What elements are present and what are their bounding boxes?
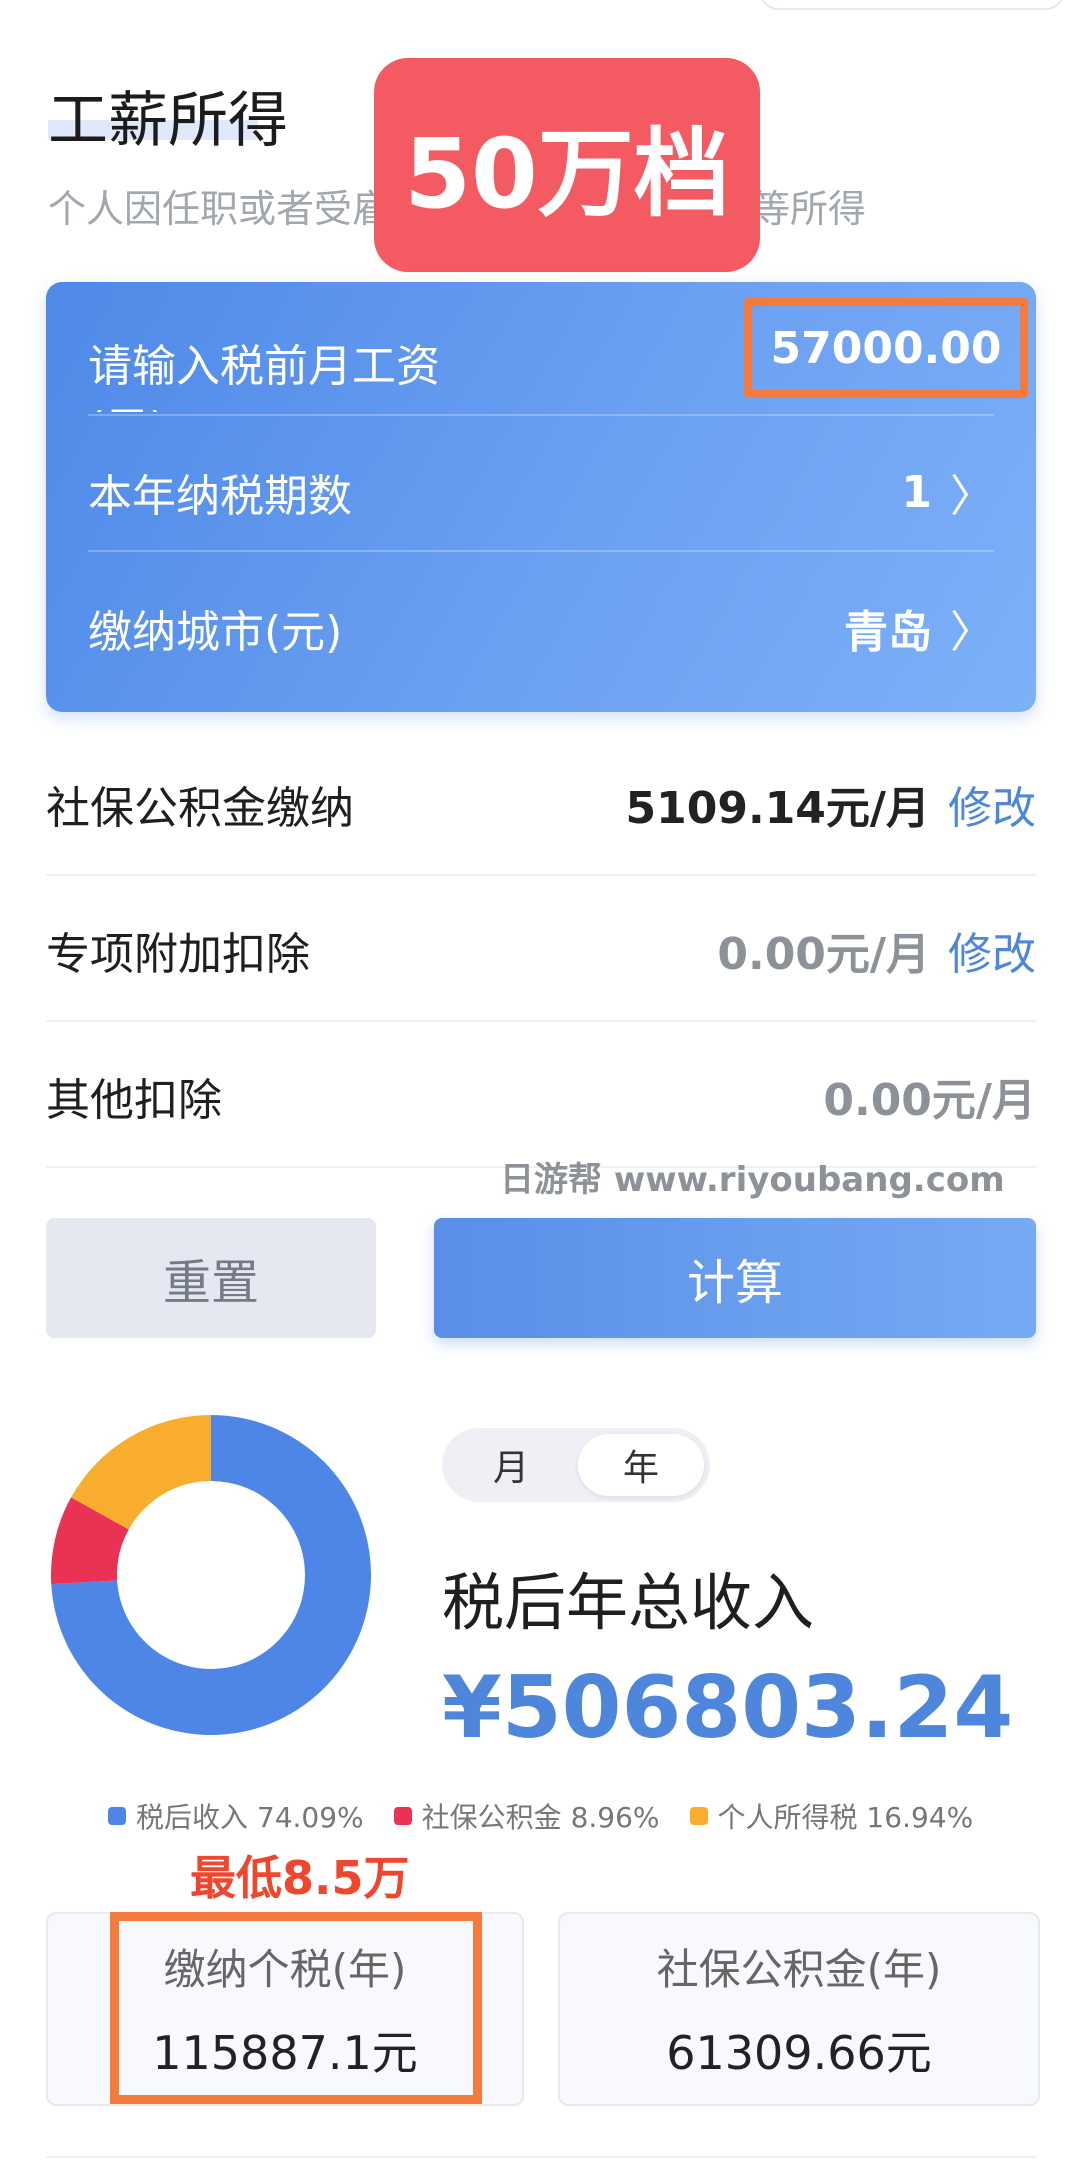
special-deduction-label: 专项附加扣除 xyxy=(46,929,310,980)
social-summary-label: 社保公积金(年) xyxy=(656,1944,942,1994)
legend-swatch xyxy=(393,1807,412,1825)
legend-label: 个人所得税 16.94% xyxy=(717,1801,974,1834)
legend-item: 税后收入 74.09% xyxy=(108,1796,364,1836)
social-insurance-label: 社保公积金缴纳 xyxy=(46,783,354,834)
salary-input-card: 请输入税前月工资 (元) 57000.00 本年纳税期数 1 〉 缴纳城市(元) … xyxy=(46,282,1036,712)
card-divider xyxy=(88,550,994,552)
reset-button[interactable]: 重置 xyxy=(46,1218,376,1338)
legend-item: 个人所得税 16.94% xyxy=(689,1796,974,1836)
page-title: 工薪所得 xyxy=(48,86,288,156)
toggle-year[interactable]: 年 xyxy=(578,1434,704,1496)
page-subtitle-tail: 等所得 xyxy=(752,187,867,231)
other-deduction-value: 0.00元/月 xyxy=(823,1075,1036,1126)
card-divider xyxy=(88,414,994,416)
city-label: 缴纳城市(元) xyxy=(88,607,343,658)
calculate-button[interactable]: 计算 xyxy=(434,1218,1036,1338)
other-deduction-label: 其他扣除 xyxy=(46,1075,222,1126)
other-deduction-row: 其他扣除 0.00元/月 xyxy=(46,1026,1036,1168)
periods-value: 1 xyxy=(901,466,932,518)
social-insurance-value: 5109.14元/月 xyxy=(625,783,930,834)
top-pill-outline xyxy=(760,0,1064,10)
salary-label-unit: (元) xyxy=(88,392,166,412)
legend-swatch xyxy=(108,1807,126,1825)
periods-row[interactable]: 本年纳税期数 1 〉 xyxy=(88,460,994,524)
donut-chart xyxy=(51,1415,371,1735)
social-summary-card: 社保公积金(年) 61309.66元 xyxy=(558,1912,1040,2106)
chart-legend: 税后收入 74.09% 社保公积金 8.96% 个人所得税 16.94% xyxy=(108,1796,973,1836)
special-deduction-value: 0.00元/月 xyxy=(717,929,930,980)
periods-label: 本年纳税期数 xyxy=(88,471,352,522)
city-row[interactable]: 缴纳城市(元) 青岛〉 xyxy=(88,596,994,660)
toggle-month[interactable]: 月 xyxy=(448,1434,574,1496)
social-insurance-row: 社保公积金缴纳 5109.14元/月 修改 xyxy=(46,734,1036,876)
legend-swatch xyxy=(689,1807,708,1825)
watermark: 日游帮 www.riyoubang.com xyxy=(500,1160,1005,1200)
salary-label: 请输入税前月工资 xyxy=(88,341,440,392)
minimum-annotation: 最低8.5万 xyxy=(190,1851,410,1905)
legend-item: 社保公积金 8.96% xyxy=(393,1796,660,1836)
city-value: 青岛 xyxy=(844,607,932,658)
edit-special-deduction-link[interactable]: 修改 xyxy=(948,918,1036,982)
edit-social-insurance-link[interactable]: 修改 xyxy=(948,772,1036,836)
promo-badge: 50万档 xyxy=(374,58,760,272)
bottom-divider xyxy=(46,2156,1036,2158)
after-tax-income-label: 税后年总收入 xyxy=(442,1566,815,1639)
legend-label: 社保公积金 8.96% xyxy=(421,1801,660,1834)
chevron-right-icon: 〉 xyxy=(950,471,994,522)
salary-input[interactable]: 57000.00 xyxy=(744,298,1028,398)
special-deduction-row: 专项附加扣除 0.00元/月 修改 xyxy=(46,880,1036,1022)
legend-label: 税后收入 74.09% xyxy=(136,1801,364,1834)
period-toggle: 月 年 xyxy=(442,1428,710,1502)
after-tax-income-value: ¥506803.24 xyxy=(442,1658,1014,1758)
tax-highlight-box xyxy=(110,1912,482,2104)
page-subtitle: 个人因任职或者受雇 xyxy=(48,187,391,231)
social-summary-value: 61309.66元 xyxy=(666,2025,932,2080)
chevron-right-icon: 〉 xyxy=(950,607,994,658)
